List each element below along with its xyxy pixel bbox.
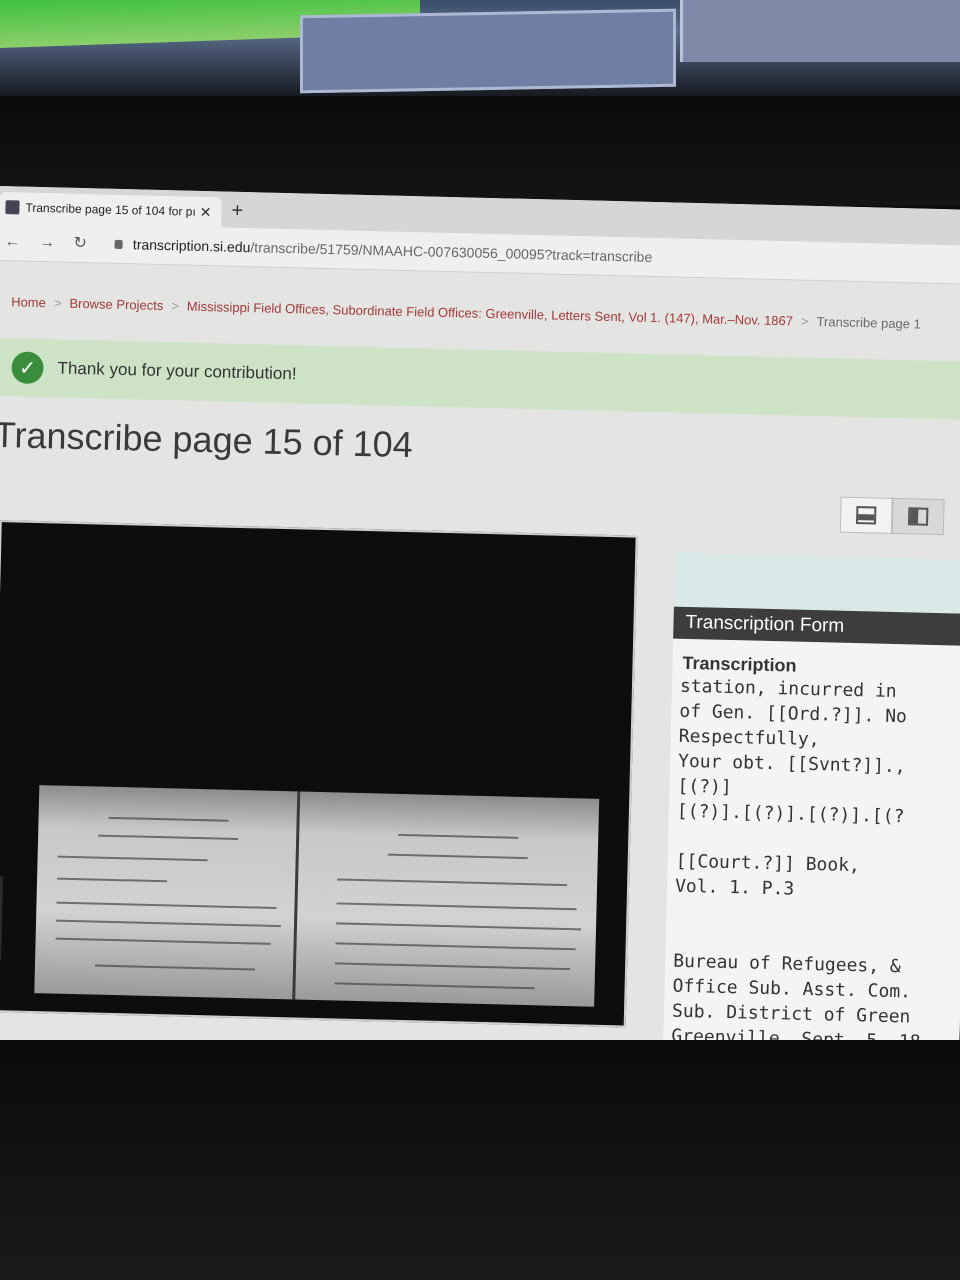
url-path: /transcribe/51759/NMAAHC-007630056_00095… [250,239,653,265]
desk-foreground [0,1040,960,1280]
breadcrumb: Home > Browse Projects > Mississippi Field O… [11,294,921,331]
transcription-textarea[interactable]: station, incurred in of Gen. [[Ord.?]]. … [671,674,960,1056]
new-tab-icon[interactable]: + [231,200,243,223]
horizontal-layout-button[interactable] [839,496,893,534]
nav-buttons: ← → ↻ [4,231,101,253]
monitor-screen: Transcribe page 15 of 104 for pı ✕ + ← →… [0,186,960,1090]
background-shelf [300,8,676,94]
site-favicon-icon [5,200,20,215]
layout-toggle [839,496,945,536]
page-gutter [292,791,301,1000]
transcription-form: Transcription Form Transcription station… [662,552,960,1080]
reload-icon[interactable]: ↻ [73,235,87,252]
url-host: transcription.si.edu [132,236,251,256]
chevron-right-icon: > [53,295,62,311]
form-top-band [673,552,960,614]
breadcrumb-browse-projects[interactable]: Browse Projects [69,296,163,313]
back-arrow-icon[interactable]: ← [4,233,20,250]
checkmark-icon: ✓ [11,351,44,385]
form-title: Transcription Form [673,606,960,646]
breadcrumb-project[interactable]: Mississippi Field Offices, Subordinate F… [187,299,793,329]
breadcrumb-current: Transcribe page 1 [816,313,922,332]
vertical-split-icon [907,507,929,526]
page-title: Transcribe page 15 of 104 [0,413,414,466]
chevron-right-icon: > [171,298,180,314]
close-tab-icon[interactable]: ✕ [199,203,212,220]
breadcrumb-home[interactable]: Home [11,294,46,310]
horizontal-split-icon [855,506,877,525]
success-alert: ✓ Thank you for your contribution! [0,337,960,420]
tab-title: Transcribe page 15 of 104 for pı [25,200,196,219]
forward-arrow-icon[interactable]: → [39,234,55,251]
background-shelf-right [680,0,960,62]
document-image-viewer[interactable] [0,520,638,1028]
alert-message: Thank you for your contribution! [57,358,297,384]
lock-icon [114,239,124,249]
chevron-right-icon: > [800,313,809,329]
url-field[interactable]: transcription.si.edu /transcribe/51759/N… [114,236,653,265]
vertical-layout-button[interactable] [891,497,945,536]
letterbook-scan-image [34,785,600,1007]
